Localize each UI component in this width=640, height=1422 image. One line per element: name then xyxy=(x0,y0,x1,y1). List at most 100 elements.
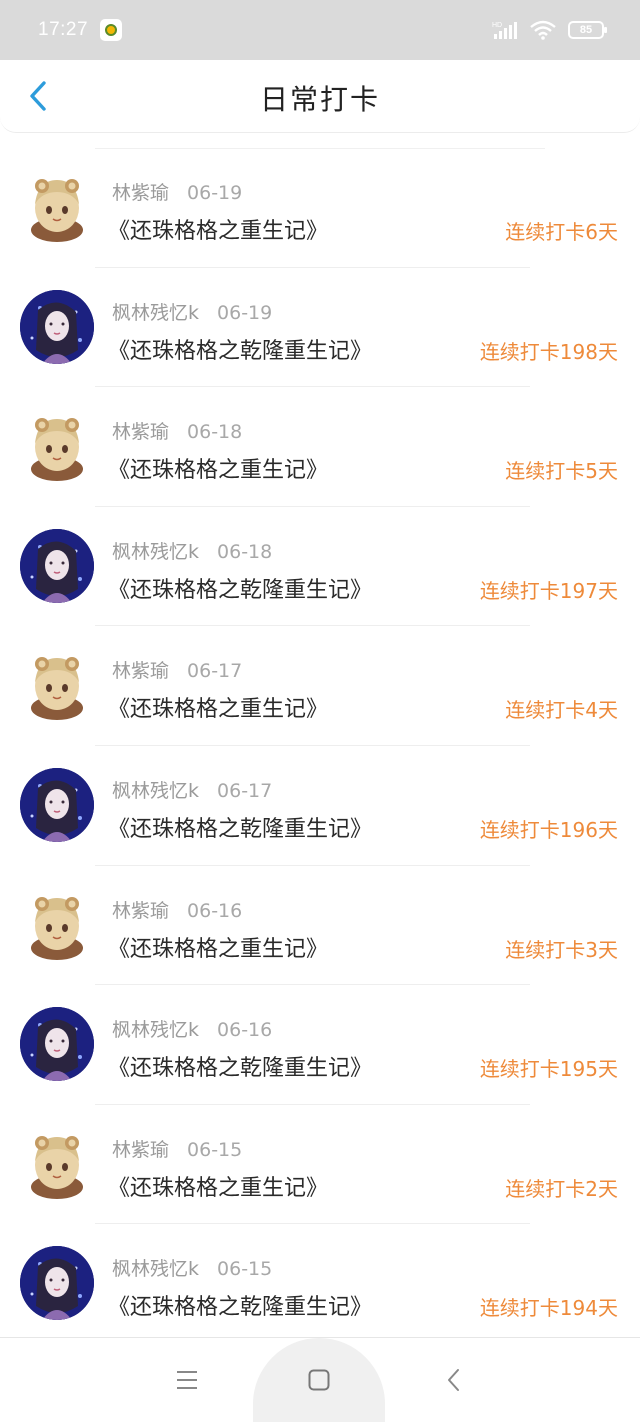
home-button[interactable] xyxy=(299,1360,339,1400)
wifi-icon xyxy=(530,20,556,40)
back-nav-button[interactable] xyxy=(434,1360,474,1400)
checkin-date: 06-19 xyxy=(187,182,243,204)
checkin-meta: 林紫瑜 06-18 xyxy=(112,417,242,444)
checkin-row[interactable]: 枫林残忆k 06-17 《还珠格格之乾隆重生记》 连续打卡196天 xyxy=(0,746,640,866)
home-icon xyxy=(308,1369,330,1391)
checkin-meta: 林紫瑜 06-16 xyxy=(112,896,242,923)
book-title[interactable]: 《还珠格格之乾隆重生记》 xyxy=(108,333,372,365)
user-name[interactable]: 枫林残忆k xyxy=(112,1258,199,1280)
streak-label: 连续打卡3天 xyxy=(505,937,618,962)
checkin-meta: 枫林残忆k 06-17 xyxy=(112,776,272,803)
photo-avatar-icon xyxy=(20,1246,94,1321)
cartoon-avatar-icon xyxy=(31,1135,83,1199)
photo-avatar-icon xyxy=(20,1007,94,1082)
streak-label: 连续打卡197天 xyxy=(479,578,618,603)
avatar[interactable] xyxy=(20,648,94,723)
checkin-date: 06-17 xyxy=(187,660,243,683)
streak-label: 连续打卡198天 xyxy=(479,339,618,364)
user-name[interactable]: 枫林残忆k xyxy=(112,541,199,563)
user-name[interactable]: 林紫瑜 xyxy=(112,660,169,682)
system-nav-bar xyxy=(0,1337,640,1422)
avatar[interactable] xyxy=(20,528,94,603)
app-screen: 17:27 HD 85 日常打卡 林紫瑜 06-19 《还珠格格之重生记》 连续… xyxy=(0,0,640,1422)
status-bar: 17:27 HD 85 xyxy=(0,0,640,60)
hd-signal-icon: HD xyxy=(492,22,517,39)
book-title[interactable]: 《还珠格格之重生记》 xyxy=(108,213,328,245)
book-title[interactable]: 《还珠格格之重生记》 xyxy=(108,931,328,963)
checkin-row[interactable]: 林紫瑜 06-17 《还珠格格之重生记》 连续打卡4天 xyxy=(0,626,640,746)
checkin-row[interactable]: 枫林残忆k 06-18 《还珠格格之乾隆重生记》 连续打卡197天 xyxy=(0,507,640,627)
streak-label: 连续打卡5天 xyxy=(505,459,618,484)
user-name[interactable]: 林紫瑜 xyxy=(112,182,169,204)
status-right: HD 85 xyxy=(492,20,607,40)
user-name[interactable]: 枫林残忆k xyxy=(112,1019,199,1041)
status-time: 17:27 xyxy=(38,19,89,40)
checkin-list: 林紫瑜 06-19 《还珠格格之重生记》 连续打卡6天枫林残忆k 06-19 《还珠格格之… xyxy=(0,148,640,1344)
menu-icon xyxy=(177,1371,197,1389)
checkin-row[interactable]: 林紫瑜 06-19 《还珠格格之重生记》 连续打卡6天 xyxy=(0,148,640,268)
menu-button[interactable] xyxy=(167,1360,207,1400)
streak-label: 连续打卡196天 xyxy=(479,817,618,842)
app-notification-icon xyxy=(100,19,123,41)
checkin-date: 06-15 xyxy=(217,1258,273,1281)
user-name[interactable]: 林紫瑜 xyxy=(112,1139,169,1161)
header: 日常打卡 xyxy=(0,60,640,133)
battery-icon: 85 xyxy=(568,21,607,39)
avatar[interactable] xyxy=(20,289,94,364)
checkin-date: 06-16 xyxy=(217,1019,273,1042)
checkin-row[interactable]: 枫林残忆k 06-16 《还珠格格之乾隆重生记》 连续打卡195天 xyxy=(0,985,640,1105)
user-name[interactable]: 枫林残忆k xyxy=(112,302,199,324)
svg-text:HD: HD xyxy=(492,22,502,29)
book-title[interactable]: 《还珠格格之重生记》 xyxy=(108,1170,328,1202)
book-title[interactable]: 《还珠格格之乾隆重生记》 xyxy=(108,572,372,604)
checkin-date: 06-15 xyxy=(187,1138,243,1161)
checkin-row[interactable]: 林紫瑜 06-18 《还珠格格之重生记》 连续打卡5天 xyxy=(0,387,640,507)
cartoon-avatar-icon xyxy=(31,179,83,242)
checkin-row[interactable]: 枫林残忆k 06-19 《还珠格格之乾隆重生记》 连续打卡198天 xyxy=(0,268,640,388)
cartoon-avatar-icon xyxy=(31,418,83,482)
book-title[interactable]: 《还珠格格之重生记》 xyxy=(108,452,328,484)
checkin-row[interactable]: 枫林残忆k 06-15 《还珠格格之乾隆重生记》 连续打卡194天 xyxy=(0,1224,640,1344)
book-title[interactable]: 《还珠格格之乾隆重生记》 xyxy=(108,1289,372,1321)
checkin-date: 06-19 xyxy=(217,301,273,324)
checkin-meta: 枫林残忆k 06-18 xyxy=(112,537,272,564)
avatar[interactable] xyxy=(20,1246,94,1321)
book-title[interactable]: 《还珠格格之乾隆重生记》 xyxy=(108,1050,372,1082)
cartoon-avatar-icon xyxy=(31,896,83,960)
checkin-meta: 枫林残忆k 06-19 xyxy=(112,298,272,325)
avatar[interactable] xyxy=(20,1007,94,1082)
streak-label: 连续打卡194天 xyxy=(479,1296,618,1321)
user-name[interactable]: 枫林残忆k xyxy=(112,780,199,802)
avatar[interactable] xyxy=(20,1126,94,1201)
battery-level: 85 xyxy=(579,24,593,36)
checkin-meta: 林紫瑜 06-19 xyxy=(112,178,242,205)
cartoon-avatar-icon xyxy=(31,657,83,721)
checkin-meta: 枫林残忆k 06-16 xyxy=(112,1015,272,1042)
avatar[interactable] xyxy=(20,887,94,962)
book-title[interactable]: 《还珠格格之乾隆重生记》 xyxy=(108,811,372,843)
streak-label: 连续打卡2天 xyxy=(505,1176,618,1201)
streak-label: 连续打卡6天 xyxy=(505,220,618,244)
checkin-meta: 林紫瑜 06-17 xyxy=(112,656,242,683)
checkin-row[interactable]: 林紫瑜 06-15 《还珠格格之重生记》 连续打卡2天 xyxy=(0,1105,640,1225)
user-name[interactable]: 林紫瑜 xyxy=(112,421,169,443)
checkin-date: 06-16 xyxy=(187,899,243,922)
back-icon xyxy=(448,1369,459,1391)
streak-label: 连续打卡195天 xyxy=(479,1057,618,1082)
photo-avatar-icon xyxy=(20,289,94,364)
checkin-meta: 林紫瑜 06-15 xyxy=(112,1135,242,1162)
streak-label: 连续打卡4天 xyxy=(505,698,618,723)
avatar[interactable] xyxy=(20,767,94,842)
photo-avatar-icon xyxy=(20,528,94,603)
photo-avatar-icon xyxy=(20,767,94,842)
page-title: 日常打卡 xyxy=(259,83,380,116)
checkin-date: 06-18 xyxy=(217,540,273,563)
checkin-meta: 枫林残忆k 06-15 xyxy=(112,1254,272,1281)
user-name[interactable]: 林紫瑜 xyxy=(112,900,169,922)
checkin-row[interactable]: 林紫瑜 06-16 《还珠格格之重生记》 连续打卡3天 xyxy=(0,866,640,986)
status-left: 17:27 xyxy=(38,19,123,41)
avatar[interactable] xyxy=(20,409,94,484)
checkin-date: 06-18 xyxy=(187,421,243,444)
book-title[interactable]: 《还珠格格之重生记》 xyxy=(108,691,328,723)
avatar[interactable] xyxy=(20,170,94,244)
